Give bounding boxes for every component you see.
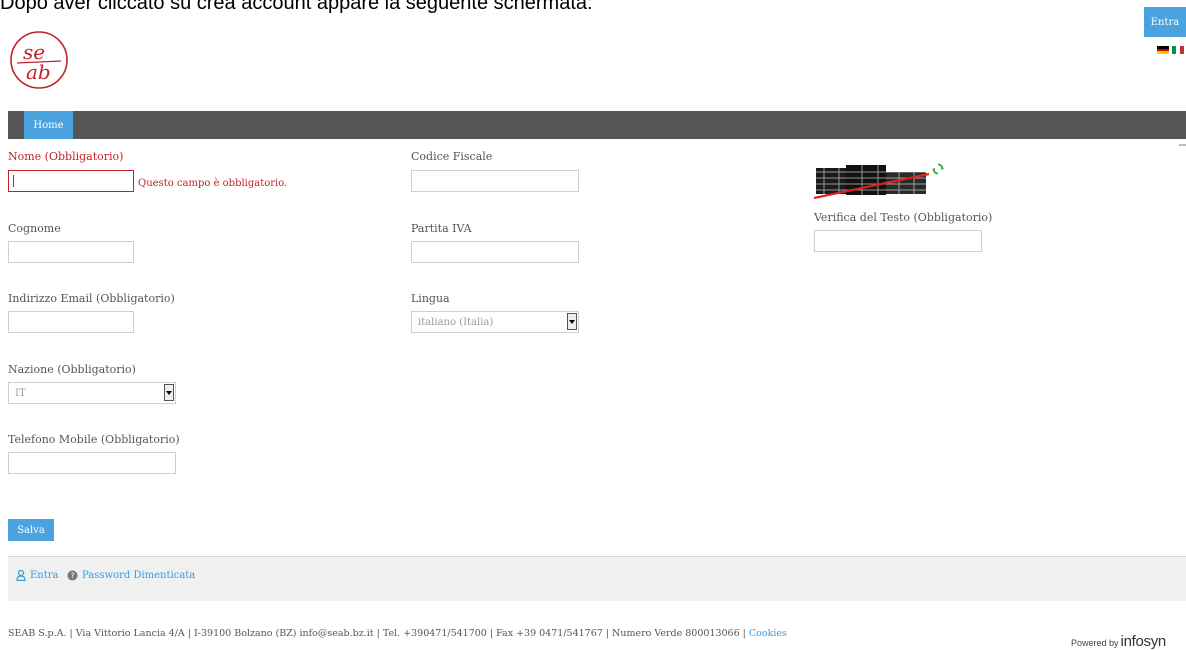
nazione-select[interactable]: IT [8,382,176,404]
main-navbar [8,111,1186,139]
login-button[interactable]: Entra [1144,7,1186,37]
language-flags [1157,46,1184,55]
scrollbar-marker [1179,144,1186,146]
nome-error-message: Questo campo è obbligatorio. [138,178,288,189]
help-icon: ? [67,570,78,581]
flag-it-icon[interactable] [1172,46,1184,54]
address-text: SEAB S.p.A. | Via Vittorio Lancia 4/A | … [8,628,746,639]
document-caption: Dopo aver cliccato su crea account appar… [0,0,593,14]
lingua-label: Lingua [411,292,450,305]
telefono-label: Telefono Mobile (Obbligatorio) [8,433,180,446]
user-icon [16,570,26,581]
text-cursor [13,175,14,187]
verifica-input[interactable] [814,230,982,252]
nazione-selected-value: IT [15,387,26,399]
save-button[interactable]: Salva [8,519,54,541]
seab-logo[interactable]: se ab [8,30,70,90]
nazione-label: Nazione (Obbligatorio) [8,363,136,376]
cognome-input[interactable] [8,241,134,263]
powered-by: Powered by infosyn [1071,633,1166,650]
infosyn-logo[interactable]: infosyn [1121,633,1167,650]
captcha-refresh-icon[interactable] [932,163,944,175]
chevron-down-icon[interactable] [164,384,174,401]
cognome-label: Cognome [8,222,61,235]
codice-fiscale-label: Codice Fiscale [411,150,493,163]
svg-text:?: ? [70,572,74,581]
footer-forgot-password-link[interactable]: ? Password Dimenticata [67,570,195,581]
company-address: SEAB S.p.A. | Via Vittorio Lancia 4/A | … [8,628,787,639]
captcha-image [814,162,929,199]
footer-forgot-password-label: Password Dimenticata [82,570,196,581]
powered-by-label: Powered by [1071,638,1119,648]
partita-iva-input[interactable] [411,241,579,263]
flag-de-icon[interactable] [1157,46,1169,55]
nome-input[interactable] [8,170,134,192]
partita-iva-label: Partita IVA [411,222,472,235]
codice-fiscale-input[interactable] [411,170,579,192]
telefono-input[interactable] [8,452,176,474]
lingua-select[interactable]: italiano (Italia) [411,311,579,333]
nome-label: Nome (Obbligatorio) [8,150,124,163]
verifica-label: Verifica del Testo (Obbligatorio) [814,211,993,224]
lingua-selected-value: italiano (Italia) [418,316,494,328]
footer-login-label: Entra [30,570,59,581]
cookies-link[interactable]: Cookies [749,628,787,639]
svg-text:ab: ab [26,60,51,84]
email-input[interactable] [8,311,134,333]
nav-item-home[interactable]: Home [24,111,73,139]
email-label: Indirizzo Email (Obbligatorio) [8,292,175,305]
footer-login-link[interactable]: Entra [16,570,59,581]
chevron-down-icon[interactable] [567,313,577,330]
